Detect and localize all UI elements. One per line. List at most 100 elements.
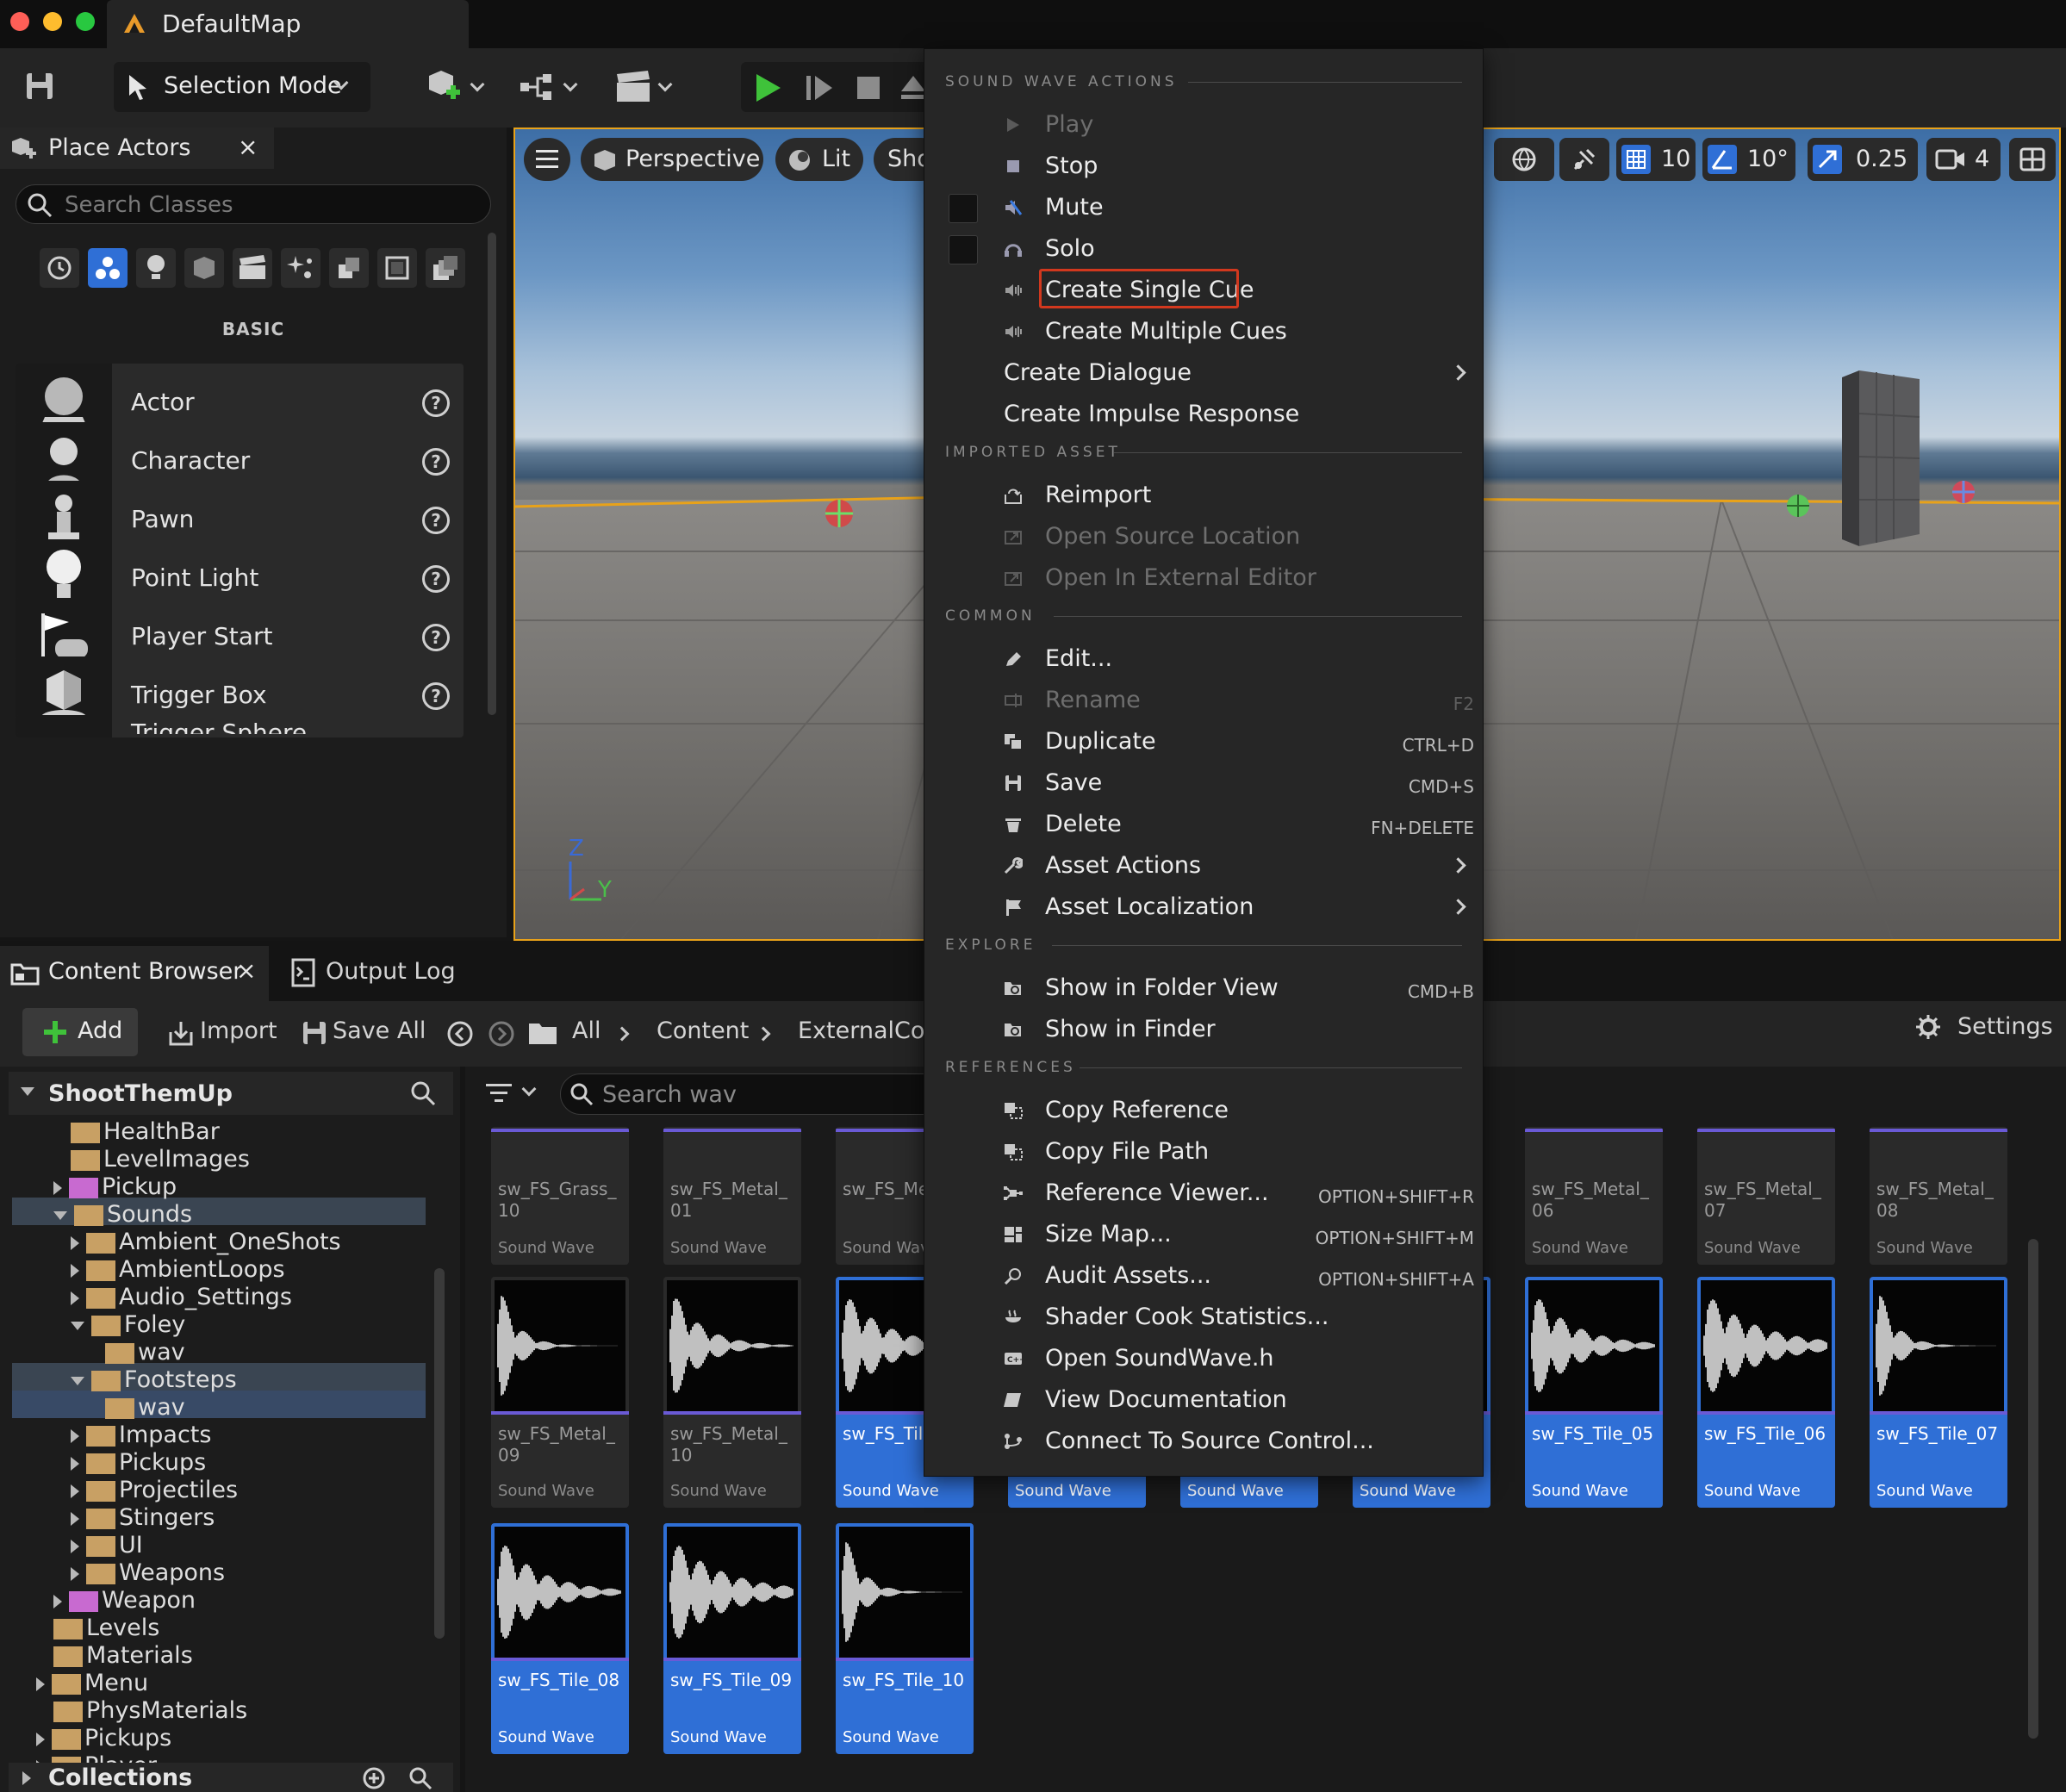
asset-tile[interactable]: sw_FS_Tile_06 Sound Wave — [1697, 1277, 1835, 1508]
save-icon[interactable] — [24, 71, 55, 102]
volumes-category-icon[interactable] — [377, 248, 417, 288]
menu-item-save[interactable]: Save CMD+S — [924, 762, 1484, 804]
all-classes-category-icon[interactable] — [426, 248, 465, 288]
menu-item-create-multiple-cues[interactable]: Create Multiple Cues — [924, 311, 1484, 352]
menu-item-rename[interactable]: Rename F2 — [924, 680, 1484, 721]
menu-item-view-documentation[interactable]: View Documentation — [924, 1379, 1484, 1421]
menu-item-open-soundwave-h[interactable]: C++ Open SoundWave.h — [924, 1338, 1484, 1379]
perspective-dropdown[interactable]: Perspective — [581, 138, 763, 181]
help-icon[interactable]: ? — [422, 682, 450, 710]
lights-category-icon[interactable] — [136, 248, 176, 288]
menu-item-show-in-finder[interactable]: Show in Finder — [924, 1009, 1484, 1050]
actor-item-trigger-sphere[interactable]: Trigger Sphere — [16, 715, 464, 734]
menu-item-asset-actions[interactable]: Asset Actions — [924, 845, 1484, 887]
asset-tile[interactable]: sw_FS_Tile_08 Sound Wave — [491, 1523, 629, 1754]
asset-tile[interactable]: sw_FS_Tile_05 Sound Wave — [1525, 1277, 1663, 1508]
rotation-snap-button[interactable]: 10° — [1702, 138, 1795, 181]
menu-item-create-impulse-response[interactable]: Create Impulse Response — [924, 394, 1484, 435]
tree-row[interactable]: PhysMaterials — [53, 1697, 247, 1725]
save-all-button[interactable]: Save All — [333, 1017, 426, 1044]
chevron-down-icon[interactable] — [53, 1210, 67, 1220]
cinematic-category-icon[interactable] — [233, 248, 272, 288]
chevron-down-icon[interactable] — [657, 77, 673, 92]
chevron-down-icon[interactable] — [521, 1081, 537, 1097]
menu-item-connect-to-source-control[interactable]: Connect To Source Control... — [924, 1421, 1484, 1462]
tree-row[interactable]: Pickup — [53, 1173, 177, 1201]
map-tab[interactable]: DefaultMap — [107, 0, 469, 48]
tree-row[interactable]: Weapons — [71, 1559, 225, 1587]
menu-item-copy-reference[interactable]: Copy Reference — [924, 1090, 1484, 1131]
tree-row[interactable]: Sounds — [53, 1201, 192, 1229]
menu-item-reimport[interactable]: Reimport — [924, 475, 1484, 516]
visual-effects-category-icon[interactable] — [281, 248, 320, 288]
tree-row[interactable]: Menu — [36, 1670, 148, 1697]
help-icon[interactable]: ? — [422, 565, 450, 593]
add-button[interactable]: Add — [22, 1008, 138, 1056]
help-icon[interactable]: ? — [422, 624, 450, 651]
asset-tile[interactable]: sw_FS_Metal_ 08 Sound Wave — [1870, 1127, 2007, 1265]
menu-item-show-in-folder-view[interactable]: Show in Folder View CMD+B — [924, 968, 1484, 1009]
tree-root-header[interactable]: ShootThemUp — [9, 1072, 453, 1115]
play-icon[interactable] — [753, 72, 784, 103]
surface-snap-button[interactable] — [1559, 138, 1609, 181]
gear-icon[interactable] — [1914, 1013, 1942, 1041]
forward-icon[interactable] — [488, 1020, 515, 1048]
filter-icon[interactable] — [486, 1082, 512, 1104]
chevron-right-icon[interactable] — [71, 1428, 79, 1443]
import-icon[interactable] — [167, 1020, 195, 1048]
stop-icon[interactable] — [855, 74, 882, 102]
selection-mode-dropdown[interactable]: Selection Mode — [114, 62, 370, 112]
tree-row[interactable]: Impacts — [71, 1422, 211, 1449]
add-actor-icon[interactable] — [426, 69, 462, 105]
sound-actor-marker[interactable] — [1783, 491, 1813, 520]
tree-row[interactable]: Ambient_OneShots — [71, 1229, 341, 1256]
tree-row[interactable]: HealthBar — [71, 1118, 220, 1146]
sound-actor-marker[interactable] — [822, 496, 856, 531]
tree-row[interactable]: Stingers — [71, 1504, 215, 1532]
collections-header[interactable]: Collections — [9, 1763, 453, 1792]
chevron-right-icon[interactable] — [71, 1539, 79, 1553]
back-icon[interactable] — [446, 1020, 474, 1048]
help-icon[interactable]: ? — [422, 448, 450, 476]
shapes-category-icon[interactable] — [184, 248, 224, 288]
asset-tile[interactable]: sw_FS_Tile_10 Sound Wave — [836, 1523, 974, 1754]
menu-item-open-source-location[interactable]: Open Source Location — [924, 516, 1484, 557]
chevron-right-icon[interactable] — [71, 1235, 79, 1250]
chevron-right-icon[interactable] — [71, 1511, 79, 1526]
chevron-down-icon[interactable] — [71, 1321, 84, 1330]
asset-tile[interactable]: sw_FS_Metal_ 09 Sound Wave — [491, 1277, 629, 1508]
chevron-down-icon[interactable] — [563, 77, 578, 92]
menu-item-shader-cook-statistics[interactable]: Shader Cook Statistics... — [924, 1297, 1484, 1338]
tree-row[interactable]: Footsteps — [71, 1366, 237, 1394]
menu-item-stop[interactable]: Stop — [924, 146, 1484, 187]
import-button[interactable]: Import — [200, 1017, 277, 1044]
menu-item-asset-localization[interactable]: Asset Localization — [924, 887, 1484, 928]
menu-item-open-in-external-editor[interactable]: Open In External Editor — [924, 557, 1484, 599]
zoom-window-button[interactable] — [76, 12, 95, 31]
menu-item-delete[interactable]: Delete FN+DELETE — [924, 804, 1484, 845]
menu-item-solo[interactable]: Solo — [924, 228, 1484, 270]
chevron-right-icon[interactable] — [614, 1026, 630, 1042]
sound-actor-marker[interactable] — [1949, 477, 1978, 507]
help-icon[interactable]: ? — [422, 389, 450, 417]
close-icon[interactable]: × — [238, 133, 258, 161]
breadcrumb-content[interactable]: Content — [657, 1017, 749, 1044]
tree-row[interactable]: Pickups — [71, 1449, 206, 1477]
tree-row[interactable]: Levels — [53, 1615, 159, 1642]
lit-dropdown[interactable]: Lit — [775, 138, 863, 181]
chevron-right-icon[interactable] — [53, 1594, 62, 1608]
chevron-right-icon[interactable] — [756, 1026, 771, 1042]
menu-item-mute[interactable]: Mute — [924, 187, 1484, 228]
tree-row[interactable]: Audio_Settings — [71, 1284, 292, 1311]
tree-row[interactable]: Pickups — [36, 1725, 171, 1752]
viewport-menu-button[interactable] — [524, 138, 570, 181]
help-icon[interactable]: ? — [422, 507, 450, 534]
place-actors-scrollbar[interactable] — [488, 233, 496, 715]
tree-row[interactable]: wav — [105, 1339, 185, 1366]
basic-category-icon[interactable] — [88, 248, 128, 288]
tree-row[interactable]: Weapon — [53, 1587, 196, 1615]
search-icon[interactable] — [410, 1080, 436, 1106]
menu-item-reference-viewer[interactable]: Reference Viewer... OPTION+SHIFT+R — [924, 1173, 1484, 1214]
chevron-right-icon[interactable] — [53, 1180, 62, 1195]
solo-checkbox[interactable] — [949, 235, 978, 264]
